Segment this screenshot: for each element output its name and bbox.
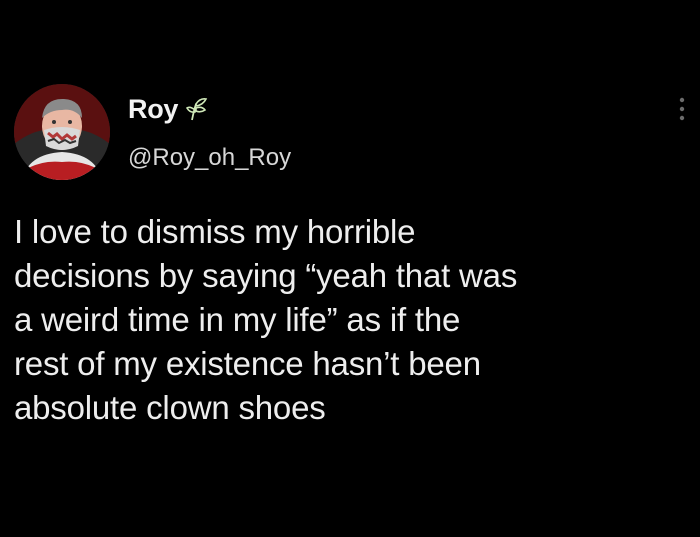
tweet-body-text: I love to dismiss my horrible decisions … [14,213,518,426]
plant-sprout-icon [184,96,210,122]
avatar[interactable] [14,84,110,180]
avatar-photo [14,84,110,180]
author-handle[interactable]: @Roy_oh_Roy [128,144,291,172]
more-vertical-icon[interactable] [676,94,688,126]
tweet-card: Roy @Roy_oh_Roy I love to dismiss my hor… [0,0,700,537]
author-name-row: Roy [128,94,210,125]
author-display-name[interactable]: Roy [128,94,178,125]
